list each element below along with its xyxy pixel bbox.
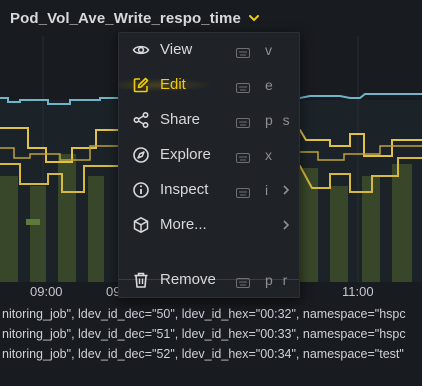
bar <box>300 168 318 282</box>
legend-item[interactable]: nitoring_job", ldev_id_dec="50", ldev_id… <box>0 304 422 324</box>
bar <box>0 176 18 282</box>
menu-item-label: Inspect <box>160 181 209 198</box>
legend-item[interactable]: nitoring_job", ldev_id_dec="51", ldev_id… <box>0 324 422 344</box>
cube-icon <box>132 216 150 234</box>
shortcut-text: p s <box>265 112 293 128</box>
legend-item[interactable]: nitoring_job", ldev_id_dec="52", ldev_id… <box>0 344 422 364</box>
menu-item-inspect[interactable]: Inspect i <box>119 173 299 207</box>
eye-icon <box>132 41 150 59</box>
menu-item-label: Edit <box>160 76 186 93</box>
menu-item-label: More... <box>160 216 207 233</box>
x-tick-label: 09:00 <box>30 284 63 299</box>
keyboard-icon <box>236 115 250 128</box>
edit-icon <box>132 76 150 94</box>
shortcut-text: v <box>265 42 275 58</box>
chevron-right-icon <box>281 183 291 197</box>
menu-item-view[interactable]: View v <box>119 33 299 67</box>
menu-item-edit[interactable]: Edit e <box>119 68 299 102</box>
keyboard-icon <box>236 150 250 163</box>
menu-item-label: Share <box>160 111 201 128</box>
keyboard-icon <box>236 45 250 58</box>
shortcut-text: i <box>265 182 272 198</box>
x-tick-label: 11:00 <box>342 284 374 299</box>
share-icon <box>132 111 150 129</box>
info-icon <box>132 181 150 199</box>
panel-header[interactable]: Pod_Vol_Ave_Write_respo_time <box>0 0 422 36</box>
bar <box>392 164 412 282</box>
bar <box>330 186 348 282</box>
legend: nitoring_job", ldev_id_dec="50", ldev_id… <box>0 304 422 364</box>
shortcut-text: e <box>265 77 276 93</box>
chevron-down-icon[interactable] <box>247 11 261 25</box>
shortcut-text: p r <box>265 272 291 288</box>
shortcut-text: x <box>265 147 275 163</box>
bar <box>88 176 104 282</box>
panel-title[interactable]: Pod_Vol_Ave_Write_respo_time <box>10 10 241 27</box>
menu-item-more[interactable]: More... <box>119 208 299 242</box>
keyboard-icon <box>236 185 250 198</box>
chevron-right-icon <box>281 218 291 232</box>
green-marker <box>26 219 40 225</box>
compass-icon <box>132 146 150 164</box>
menu-item-label: Explore <box>160 146 211 163</box>
menu-item-explore[interactable]: Explore x <box>119 138 299 172</box>
menu-item-share[interactable]: Share p s <box>119 103 299 137</box>
graph-panel: Pod_Vol_Ave_Write_respo_time 09:00 09 11… <box>0 0 422 386</box>
keyboard-icon <box>236 80 250 93</box>
panel-menu: View v Edit e Share p s Explore x Inspec… <box>118 32 300 298</box>
menu-item-label: View <box>160 41 193 58</box>
menu-item-label: Remove <box>160 271 216 288</box>
trash-icon <box>132 271 150 289</box>
menu-item-remove[interactable]: Remove p r <box>119 263 299 297</box>
keyboard-icon <box>236 275 250 288</box>
bar <box>30 186 46 282</box>
